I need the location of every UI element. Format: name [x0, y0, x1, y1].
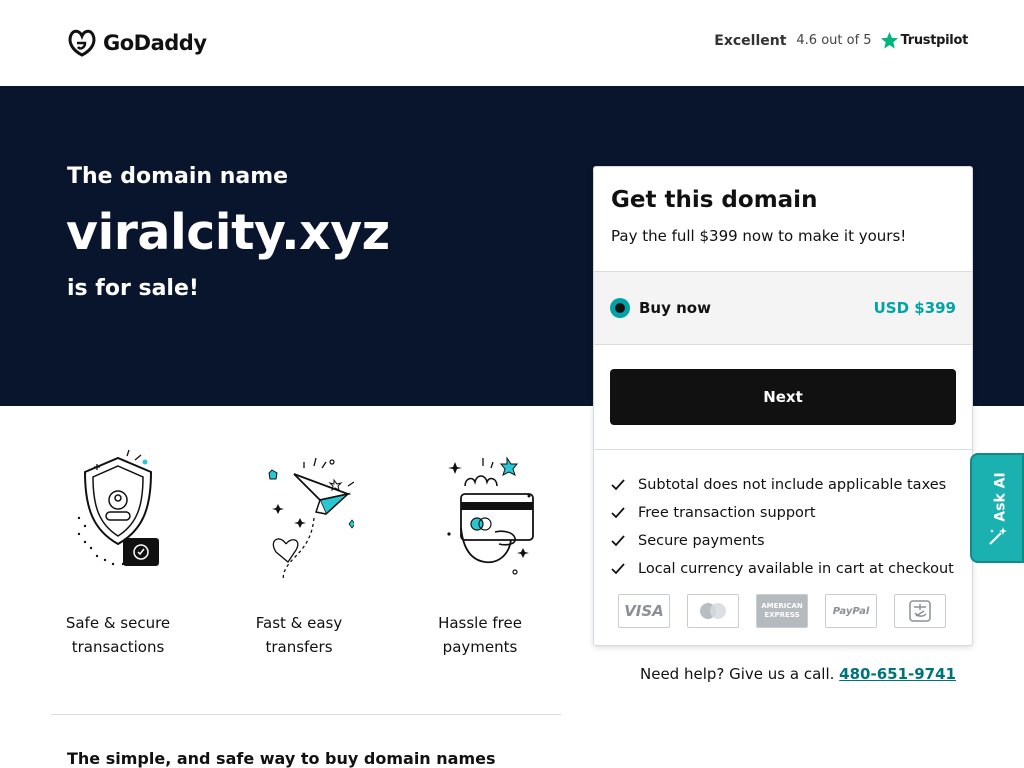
- ask-ai-tab[interactable]: Ask AI: [970, 453, 1024, 563]
- benefit-label: Fast & easy transfers: [255, 614, 343, 656]
- magic-wand-icon: [989, 527, 1007, 545]
- card-divider: [594, 449, 972, 450]
- feature-text: Free transaction support: [638, 505, 816, 521]
- check-icon: [611, 507, 625, 519]
- section-divider: [51, 714, 561, 715]
- help-phone-link[interactable]: 480-651-9741: [839, 665, 956, 683]
- paper-plane-icon: [268, 457, 354, 581]
- option-price: USD $399: [873, 299, 956, 317]
- benefit-fast-easy: Fast & easy transfers: [229, 448, 369, 659]
- trust-score: 4.6 out of 5: [796, 33, 872, 48]
- check-icon: [611, 535, 625, 547]
- trustpilot-widget[interactable]: Excellent 4.6 out of 5 Trustpilot: [714, 31, 968, 50]
- purchase-card: Get this domain Pay the full $399 now to…: [593, 166, 973, 646]
- benefit-hassle-free: Hassle free payments: [410, 448, 550, 659]
- credit-card-hand-icon: [447, 456, 534, 575]
- mastercard-icon: [687, 594, 739, 628]
- check-icon: [611, 563, 625, 575]
- benefit-label: Safe & secure transactions: [65, 614, 171, 656]
- paypal-icon: PayPal: [825, 594, 877, 628]
- bottom-heading: The simple, and safe way to buy domain n…: [67, 749, 496, 768]
- brand-name: GoDaddy: [103, 31, 207, 55]
- check-icon: [611, 479, 625, 491]
- amex-icon: AMERICAN EXPRESS: [756, 594, 808, 628]
- site-header: GoDaddy Excellent 4.6 out of 5 Trustpilo…: [0, 0, 1024, 86]
- visa-icon: VISA: [618, 594, 670, 628]
- feature-text: Local currency available in cart at chec…: [638, 561, 954, 577]
- feature-list: Subtotal does not include applicable tax…: [610, 471, 954, 583]
- buy-now-radio[interactable]: [610, 298, 630, 318]
- help-text: Need help? Give us a call.: [640, 665, 835, 683]
- trustpilot-star-icon: [880, 31, 898, 49]
- benefit-safe-secure: Safe & secure transactions: [48, 448, 188, 659]
- card-subtitle: Pay the full $399 now to make it yours!: [611, 227, 907, 245]
- feature-item: Secure payments: [610, 527, 954, 555]
- feature-item: Local currency available in cart at chec…: [610, 555, 954, 583]
- hero-intro: The domain name: [67, 164, 289, 189]
- godaddy-logo-icon: [68, 29, 96, 57]
- help-line: Need help? Give us a call. 480-651-9741: [640, 665, 956, 683]
- next-button[interactable]: Next: [610, 369, 956, 425]
- ask-ai-label: Ask AI: [992, 472, 1009, 522]
- shield-icon: [77, 449, 159, 566]
- godaddy-logo[interactable]: GoDaddy: [66, 28, 207, 58]
- buy-now-option[interactable]: Buy now USD $399: [594, 271, 972, 345]
- payment-methods: VISA AMERICAN EXPRESS PayPal: [618, 594, 946, 628]
- alipay-icon: [894, 594, 946, 628]
- feature-item: Subtotal does not include applicable tax…: [610, 471, 954, 499]
- feature-text: Secure payments: [638, 533, 765, 549]
- card-title: Get this domain: [611, 187, 818, 213]
- trustpilot-brand: Trustpilot: [900, 33, 969, 48]
- feature-text: Subtotal does not include applicable tax…: [638, 477, 947, 493]
- benefit-label: Hassle free payments: [438, 614, 522, 656]
- feature-item: Free transaction support: [610, 499, 954, 527]
- trust-rating: Excellent: [714, 32, 787, 49]
- hero-sale-text: is for sale!: [67, 276, 199, 301]
- domain-name: viralcity.xyz: [66, 204, 390, 261]
- option-label: Buy now: [639, 299, 711, 317]
